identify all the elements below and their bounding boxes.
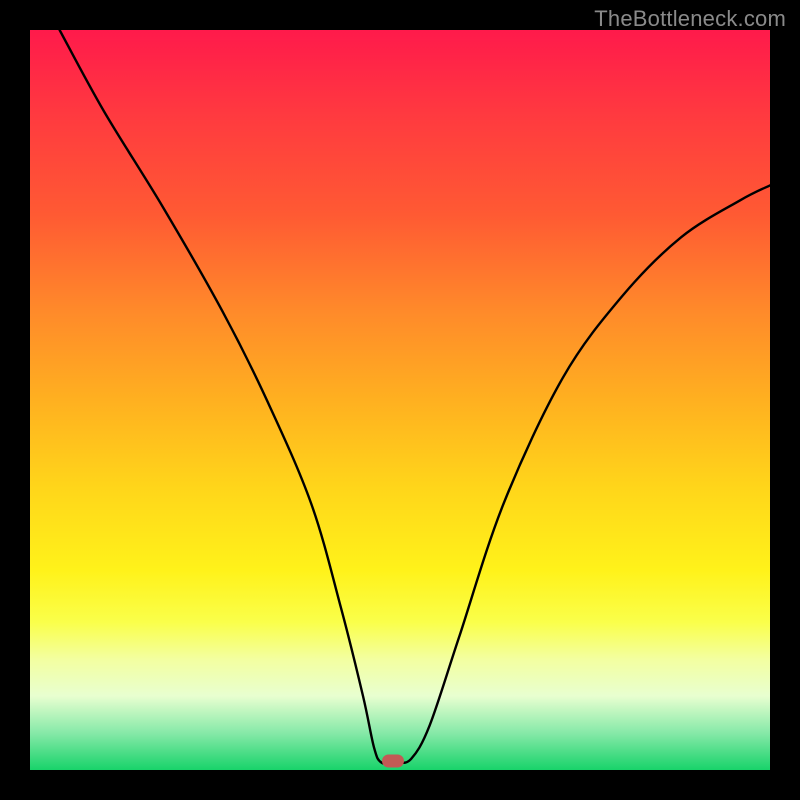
minimum-marker [382, 755, 404, 768]
curve-svg [30, 30, 770, 770]
chart-frame: TheBottleneck.com [0, 0, 800, 800]
plot-area [30, 30, 770, 770]
bottleneck-curve [60, 30, 770, 764]
watermark-text: TheBottleneck.com [594, 6, 786, 32]
